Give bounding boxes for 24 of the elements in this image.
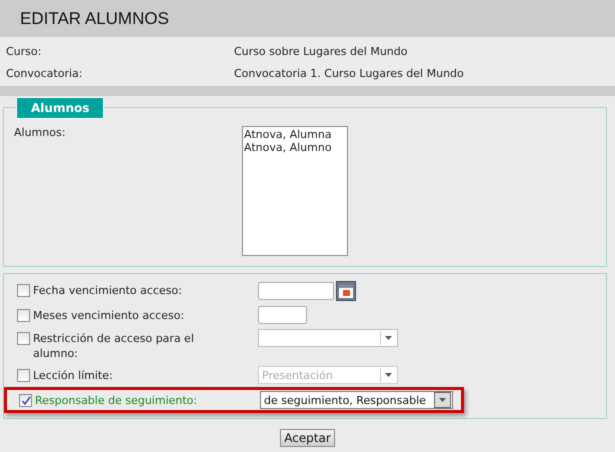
option-label: Meses vencimiento acceso: [33,308,186,323]
field-label: Alumnos: [14,126,66,141]
students-listbox[interactable]: Atnova, Alumna Atnova, Alumno [242,126,348,256]
field-label: Convocatoria: [6,66,84,80]
checkbox[interactable] [17,332,30,345]
list-option[interactable]: Atnova, Alumno [244,141,346,154]
option-label: Restricción de acceso para el alumno: [33,331,196,361]
field-label: Curso: [6,44,42,58]
checkbox[interactable] [17,284,30,297]
checkbox[interactable] [17,309,30,322]
date-field[interactable] [258,282,334,300]
page-title: EDITAR ALUMNOS [20,8,169,28]
calendar-icon[interactable] [336,281,356,301]
text-field[interactable] [258,306,307,324]
option-label: Responsable de seguimiento: [35,393,198,408]
field-value: Convocatoria 1. Curso Lugares del Mundo [234,66,464,80]
option-label: Fecha vencimiento acceso: [33,283,183,298]
accept-button[interactable]: Aceptar [280,429,335,447]
panel-legend: Alumnos [16,97,104,119]
option-label: Lección límite: [33,368,114,383]
list-option[interactable]: Atnova, Alumna [244,128,346,141]
dropdown[interactable]: de seguimiento, Responsable [260,391,453,409]
field-value: Curso sobre Lugares del Mundo [234,44,408,58]
checkbox[interactable] [19,394,32,407]
